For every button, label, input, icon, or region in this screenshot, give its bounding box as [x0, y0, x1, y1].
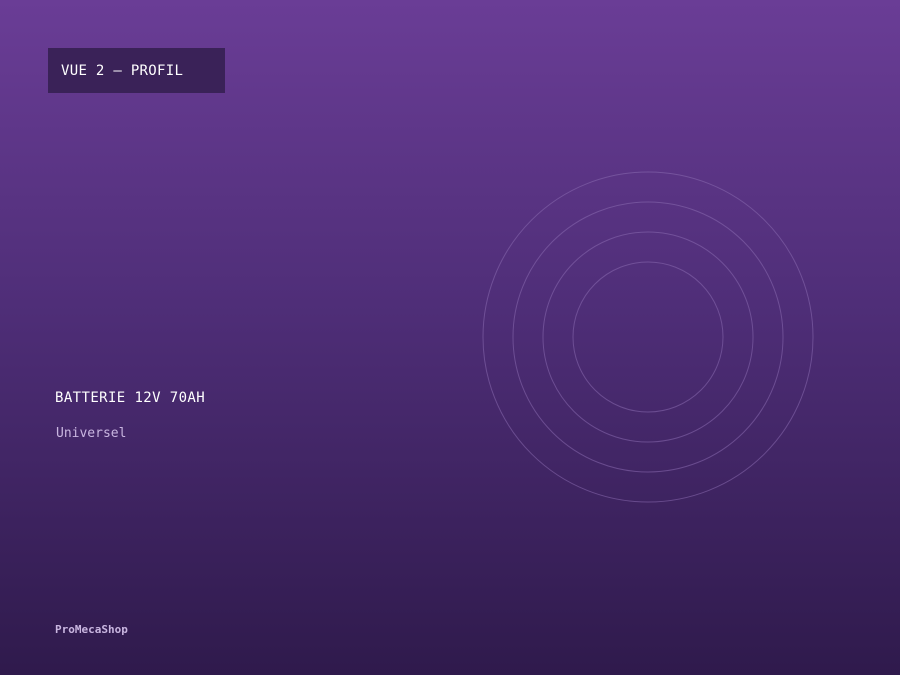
- concentric-rings-icon: [482, 171, 814, 503]
- ring-outer: [482, 171, 814, 503]
- ring-3: [542, 231, 754, 443]
- ring-2: [512, 201, 784, 473]
- ring-inner: [572, 261, 724, 413]
- view-badge: VUE 2 — PROFIL: [48, 48, 225, 93]
- brand-name: ProMecaShop: [55, 623, 128, 636]
- view-badge-label: VUE 2 — PROFIL: [61, 62, 184, 79]
- product-subtitle: Universel: [56, 426, 127, 441]
- product-title: BATTERIE 12V 70AH: [55, 390, 206, 406]
